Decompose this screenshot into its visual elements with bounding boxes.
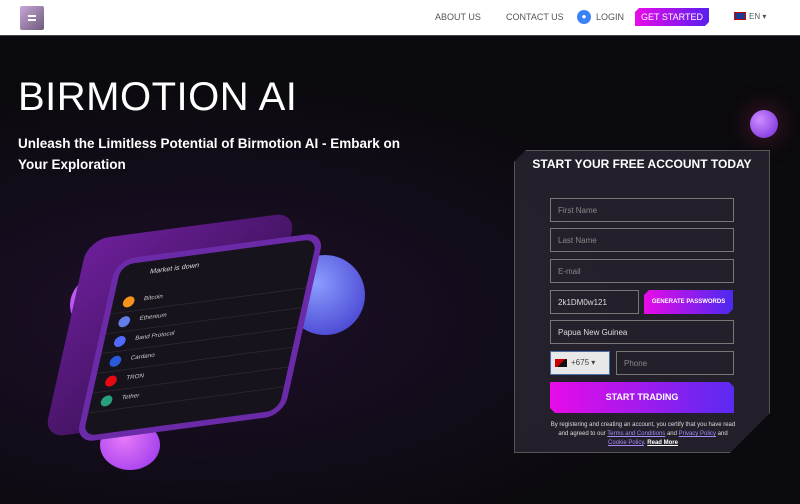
cookie-link[interactable]: Cookie Policy xyxy=(608,440,644,446)
country-input[interactable] xyxy=(550,320,734,344)
coin-name: Band Protocol xyxy=(134,330,175,342)
uk-flag-icon[interactable] xyxy=(734,12,746,20)
signup-form: START YOUR FREE ACCOUNT TODAY GENERATE P… xyxy=(514,150,770,453)
coin-name: TRON xyxy=(125,373,145,382)
coin-name: Bitcoin xyxy=(143,293,164,303)
coin-name: Ethereum xyxy=(138,312,168,323)
dial-code: +675 ▾ xyxy=(571,358,596,367)
generate-passwords-button[interactable]: GENERATE PASSWORDS xyxy=(644,290,733,314)
user-icon[interactable]: ● xyxy=(577,10,591,24)
nav-about-us[interactable]: ABOUT US xyxy=(435,12,481,22)
coin-icon xyxy=(117,315,132,328)
decorative-orb xyxy=(750,110,778,138)
coin-icon xyxy=(104,374,118,388)
top-nav: ABOUT US CONTACT US ● LOGIN GET STARTED … xyxy=(0,0,800,36)
nav-contact-us[interactable]: CONTACT US xyxy=(506,12,564,22)
read-more-link[interactable]: Read More xyxy=(647,440,678,446)
dial-code-select[interactable]: +675 ▾ xyxy=(550,351,610,375)
language-select[interactable]: EN ▾ xyxy=(749,12,766,21)
first-name-input[interactable] xyxy=(550,198,734,222)
terms-text: By registering and creating an account, … xyxy=(549,421,737,448)
get-started-button[interactable]: GET STARTED xyxy=(635,8,709,26)
png-flag-icon xyxy=(555,359,567,367)
last-name-input[interactable] xyxy=(550,228,734,252)
hero-subtitle: Unleash the Limitless Potential of Birmo… xyxy=(18,136,401,172)
coin-icon xyxy=(108,355,123,368)
page-title: BIRMOTION AI xyxy=(18,75,298,119)
nav-login[interactable]: LOGIN xyxy=(596,12,624,22)
password-input[interactable] xyxy=(550,290,639,314)
terms-link[interactable]: Terms and Conditions xyxy=(607,431,665,437)
coin-name: Cardano xyxy=(129,352,156,362)
coin-icon xyxy=(99,394,114,408)
terms-and: and xyxy=(715,431,728,437)
email-input[interactable] xyxy=(550,259,734,283)
phone-input[interactable] xyxy=(616,351,734,375)
form-title: START YOUR FREE ACCOUNT TODAY xyxy=(532,157,752,171)
coin-name: Tether xyxy=(121,393,140,402)
start-trading-button[interactable]: START TRADING xyxy=(550,382,734,413)
terms-and: and xyxy=(665,431,679,437)
coin-icon xyxy=(121,295,136,309)
coin-icon xyxy=(112,335,127,348)
privacy-link[interactable]: Privacy Policy xyxy=(679,431,716,437)
logo[interactable] xyxy=(20,6,44,30)
